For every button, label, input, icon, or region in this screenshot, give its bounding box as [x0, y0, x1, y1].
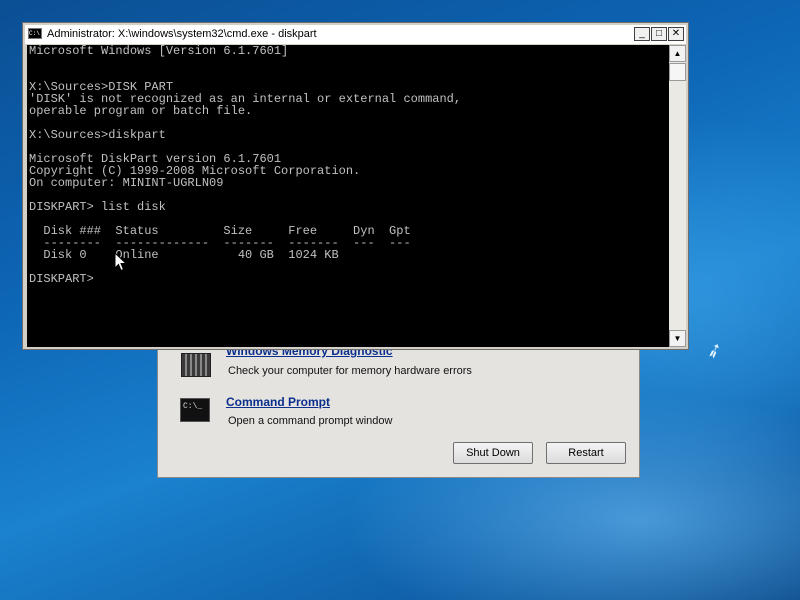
scroll-down-button[interactable]: ▼	[669, 330, 686, 347]
command-prompt-link[interactable]: Command Prompt	[226, 395, 330, 409]
scroll-up-button[interactable]: ▲	[669, 45, 686, 62]
scroll-thumb[interactable]	[669, 63, 686, 81]
title-bar[interactable]: C:\ Administrator: X:\windows\system32\c…	[25, 25, 686, 44]
close-button[interactable]: ✕	[668, 27, 684, 41]
command-prompt-description: Open a command prompt window	[228, 415, 393, 427]
console-text: Microsoft Windows [Version 6.1.7601] X:\…	[29, 45, 462, 286]
minimize-button[interactable]: _	[634, 27, 650, 41]
mouse-pointer-icon	[114, 252, 128, 272]
console-output[interactable]: Microsoft Windows [Version 6.1.7601] X:\…	[27, 45, 669, 347]
maximize-button[interactable]: □	[651, 27, 667, 41]
bird-decoration-icon: ➶	[702, 337, 727, 365]
window-title: Administrator: X:\windows\system32\cmd.e…	[47, 28, 317, 40]
vertical-scrollbar[interactable]: ▲ ▼	[669, 45, 686, 347]
cmd-window: C:\ Administrator: X:\windows\system32\c…	[22, 22, 689, 350]
shut-down-button[interactable]: Shut Down	[453, 442, 533, 464]
memory-diagnostic-description: Check your computer for memory hardware …	[228, 365, 472, 377]
system-recovery-options-dialog: Windows Memory Diagnostic Check your com…	[157, 330, 640, 478]
restart-button[interactable]: Restart	[546, 442, 626, 464]
memory-chip-icon	[181, 353, 211, 377]
command-prompt-icon: C:\_	[180, 398, 210, 422]
cmd-icon: C:\	[28, 28, 42, 39]
